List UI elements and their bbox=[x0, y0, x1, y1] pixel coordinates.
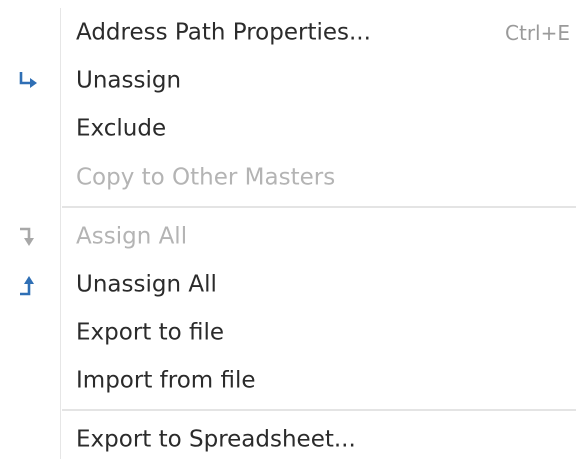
context-menu: Address Path Properties... Ctrl+E Unassi… bbox=[0, 0, 576, 459]
menu-item-label: Copy to Other Masters bbox=[76, 164, 336, 191]
menu-item-assign-all[interactable]: Assign All bbox=[0, 214, 576, 260]
menu-item-import-from-file[interactable]: Import from file bbox=[0, 358, 576, 404]
unassign-all-arrow-icon bbox=[20, 276, 34, 296]
menu-item-label: Import from file bbox=[76, 367, 256, 394]
menu-item-unassign[interactable]: Unassign bbox=[0, 58, 576, 104]
menu-separator bbox=[62, 409, 576, 411]
menu-item-label: Export to file bbox=[76, 319, 225, 346]
unassign-arrow-icon bbox=[19, 72, 37, 88]
menu-item-label: Address Path Properties... bbox=[76, 19, 371, 46]
menu-item-shortcut: Ctrl+E bbox=[505, 21, 570, 45]
assign-all-arrow-icon bbox=[20, 227, 34, 246]
menu-item-copy-to-other-masters[interactable]: Copy to Other Masters bbox=[0, 155, 576, 201]
menu-item-address-path-properties[interactable]: Address Path Properties... Ctrl+E bbox=[0, 10, 576, 56]
menu-item-exclude[interactable]: Exclude bbox=[0, 106, 576, 152]
menu-separator bbox=[62, 206, 576, 208]
menu-item-export-to-file[interactable]: Export to file bbox=[0, 310, 576, 356]
menu-item-label: Unassign All bbox=[76, 271, 217, 298]
menu-item-label: Assign All bbox=[76, 223, 188, 250]
menu-item-export-to-spreadsheet[interactable]: Export to Spreadsheet... bbox=[0, 417, 576, 459]
menu-item-label: Unassign bbox=[76, 67, 182, 94]
menu-item-label: Export to Spreadsheet... bbox=[76, 426, 356, 453]
menu-item-unassign-all[interactable]: Unassign All bbox=[0, 262, 576, 308]
menu-item-label: Exclude bbox=[76, 115, 167, 142]
